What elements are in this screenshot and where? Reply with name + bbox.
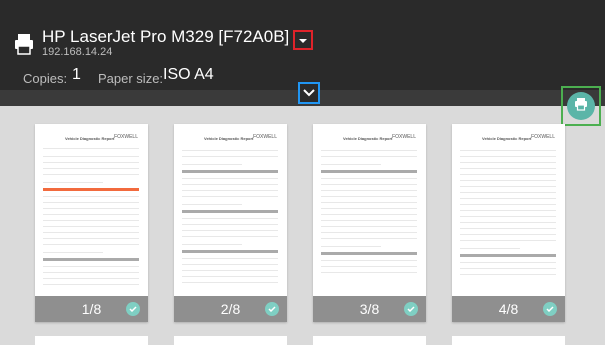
page-thumbnail-partial[interactable] <box>452 336 565 345</box>
page-thumbnail-1[interactable]: Vehicle Diagnostic Report FOXWELL 1/8 <box>35 124 148 322</box>
print-button-highlight <box>561 86 601 126</box>
page-footer: 4/8 <box>452 296 565 322</box>
check-icon[interactable] <box>543 302 557 316</box>
doc-title: Vehicle Diagnostic Report <box>204 136 254 141</box>
paper-size-label: Paper size: <box>98 71 164 86</box>
page-thumbnail-partial[interactable] <box>313 336 426 345</box>
page-thumbnail-4[interactable]: Vehicle Diagnostic Report FOXWELL 4/8 <box>452 124 565 322</box>
page-thumbnail-partial[interactable] <box>35 336 148 345</box>
printer-select-dropdown-button[interactable] <box>293 30 313 50</box>
foxwell-logo: FOXWELL <box>114 134 138 140</box>
foxwell-logo: FOXWELL <box>253 134 277 140</box>
check-icon[interactable] <box>126 302 140 316</box>
foxwell-logo: FOXWELL <box>531 134 555 140</box>
doc-title: Vehicle Diagnostic Report <box>343 136 393 141</box>
chevron-down-icon <box>298 31 308 49</box>
page-footer: 2/8 <box>174 296 287 322</box>
printer-ip: 192.168.14.24 <box>42 46 113 58</box>
page-footer: 1/8 <box>35 296 148 322</box>
printer-icon <box>14 33 34 55</box>
doc-title: Vehicle Diagnostic Report <box>65 136 115 141</box>
page-thumbnail-2[interactable]: Vehicle Diagnostic Report FOXWELL 2/8 <box>174 124 287 322</box>
expand-options-button[interactable] <box>298 82 320 104</box>
chevron-down-icon <box>303 84 315 102</box>
copies-value[interactable]: 1 <box>72 66 81 84</box>
page-thumbnail-3[interactable]: Vehicle Diagnostic Report FOXWELL 3/8 <box>313 124 426 322</box>
print-button[interactable] <box>567 92 595 120</box>
doc-title: Vehicle Diagnostic Report <box>482 136 532 141</box>
paper-size-value[interactable]: ISO A4 <box>163 66 214 84</box>
print-icon <box>574 97 588 116</box>
print-header: HP LaserJet Pro M329 [F72A0B] 192.168.14… <box>0 0 605 90</box>
check-icon[interactable] <box>404 302 418 316</box>
printer-name: HP LaserJet Pro M329 [F72A0B] <box>42 27 290 46</box>
page-thumbnail-partial[interactable] <box>174 336 287 345</box>
copies-label: Copies: <box>23 71 68 86</box>
check-icon[interactable] <box>265 302 279 316</box>
foxwell-logo: FOXWELL <box>392 134 416 140</box>
page-footer: 3/8 <box>313 296 426 322</box>
